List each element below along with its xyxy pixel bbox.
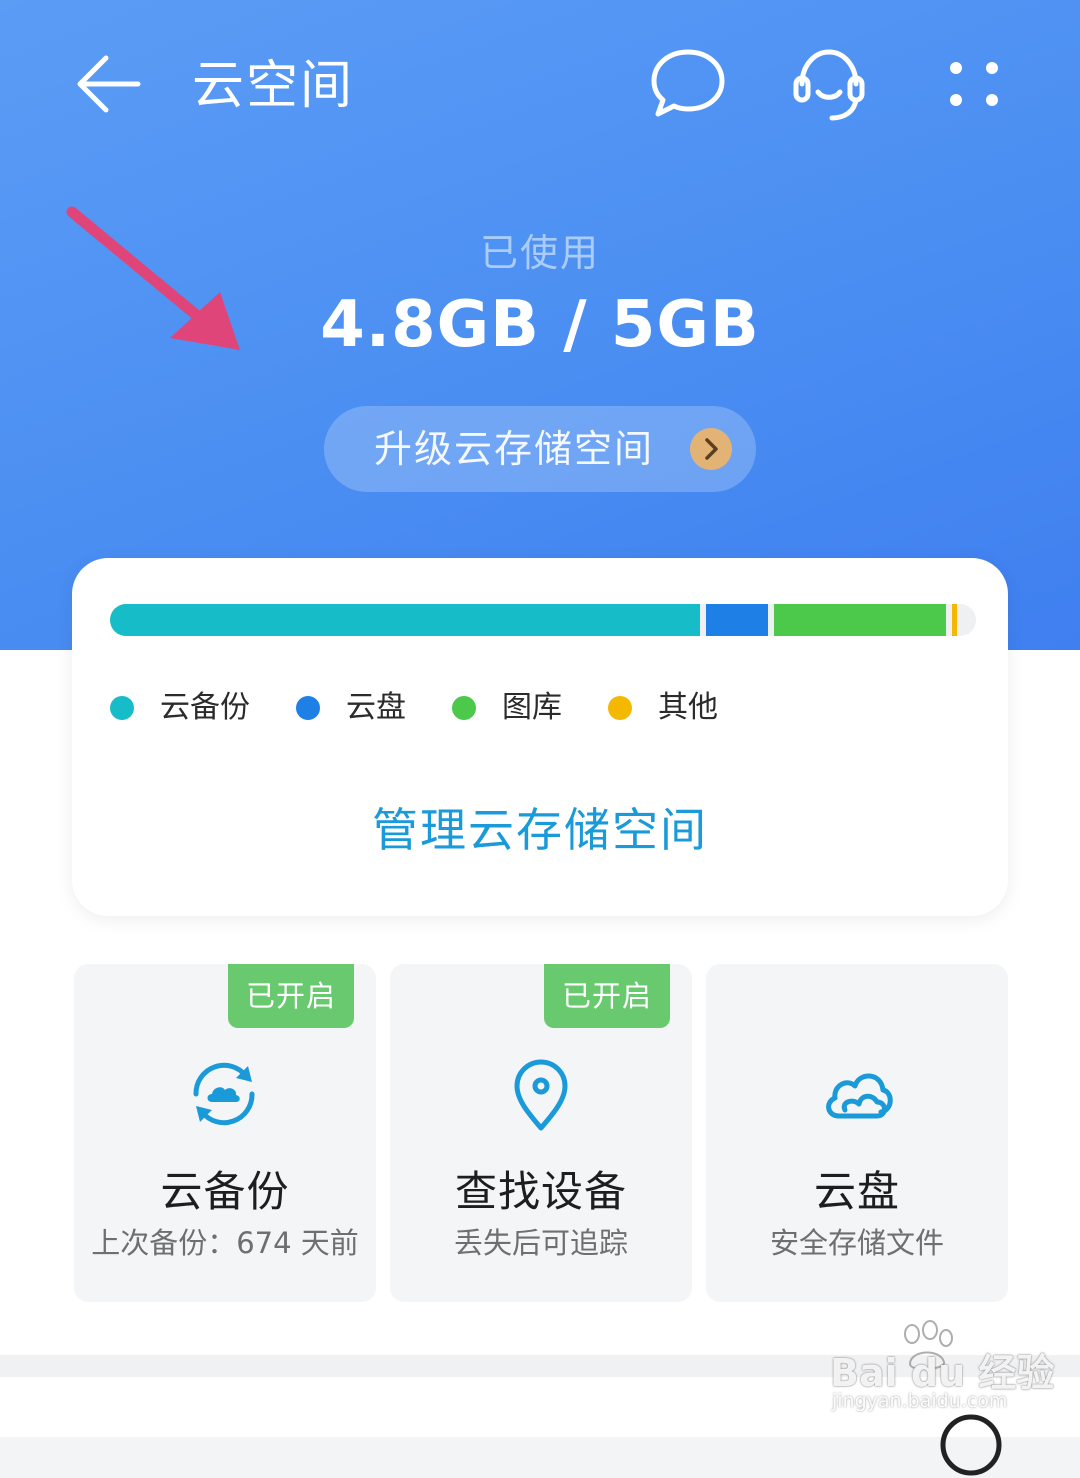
- tile-title: 云盘: [813, 1167, 900, 1216]
- customer-service-icon[interactable]: [790, 44, 868, 124]
- watermark-brand: Bai du 经验: [830, 1351, 1055, 1395]
- bar-segment-gallery: [774, 604, 946, 636]
- message-icon[interactable]: [650, 46, 726, 120]
- bar-segment-cloud-drive: [706, 604, 768, 636]
- cloud-backup-icon: [193, 1062, 255, 1126]
- tile-title: 查找设备: [454, 1167, 627, 1216]
- tile-find-device[interactable]: 已开启 查找设备 丢失后可追踪: [390, 964, 692, 1302]
- tile-subtitle: 安全存储文件: [769, 1226, 944, 1260]
- help-circle-icon[interactable]: [938, 1412, 1004, 1478]
- watermark-url: jingyan.baidu.com: [832, 1390, 1008, 1412]
- upgrade-storage-button[interactable]: 升级云存储空间: [324, 406, 756, 492]
- chevron-right-icon: [690, 428, 732, 470]
- legend-dot: [296, 696, 320, 720]
- page-title: 云空间: [192, 56, 355, 116]
- bar-segment-cloud-backup: [110, 604, 700, 636]
- tile-cloud-backup[interactable]: 已开启 云备份 上次备份：674 天前: [74, 964, 376, 1302]
- legend-dot: [110, 696, 134, 720]
- legend-label: 云备份: [160, 690, 250, 725]
- status-badge: 已开启: [228, 964, 354, 1028]
- storage-legend: 云备份 云盘 图库 其他: [110, 686, 970, 730]
- tile-subtitle: 丢失后可追踪: [453, 1226, 628, 1260]
- status-badge: 已开启: [544, 964, 670, 1028]
- upgrade-storage-label: 升级云存储空间: [374, 427, 655, 471]
- legend-item-cloud-backup: 云备份: [110, 686, 260, 730]
- legend-item-gallery: 图库: [452, 686, 572, 730]
- usage-value: 4.8GB / 5GB: [320, 288, 760, 362]
- legend-dot: [608, 696, 632, 720]
- storage-card: 云备份 云盘 图库 其他 管理云存储空间: [72, 558, 1008, 916]
- tile-title: 云备份: [160, 1167, 290, 1216]
- legend-dot: [452, 696, 476, 720]
- tile-subtitle: 上次备份：674 天前: [91, 1226, 359, 1260]
- legend-label: 图库: [502, 690, 562, 725]
- legend-item-cloud-drive: 云盘: [296, 686, 416, 730]
- storage-usage-bar: [110, 604, 976, 636]
- tile-cloud-drive[interactable]: 云盘 安全存储文件: [706, 964, 1008, 1302]
- bar-segment-other: [952, 604, 957, 636]
- legend-item-other: 其他: [608, 686, 728, 730]
- location-pin-icon: [514, 1059, 568, 1131]
- baidu-watermark: Bai du 经验 jingyan.baidu.com: [826, 1320, 1054, 1416]
- cloud-drive-icon: [826, 1073, 893, 1119]
- more-icon[interactable]: [944, 56, 1004, 112]
- legend-label: 其他: [658, 690, 718, 725]
- manage-storage-link[interactable]: 管理云存储空间: [72, 794, 1008, 860]
- legend-label: 云盘: [346, 690, 406, 725]
- usage-label: 已使用: [479, 231, 600, 275]
- back-arrow-icon[interactable]: [74, 52, 142, 116]
